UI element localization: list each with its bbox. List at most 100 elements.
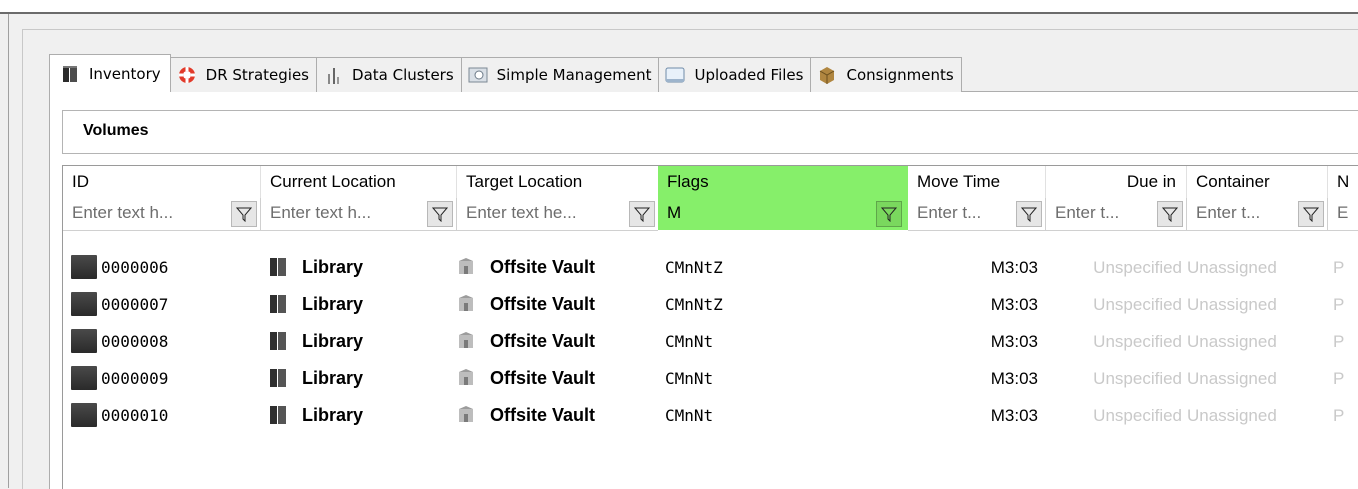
vault-icon — [459, 332, 473, 348]
cell-target-location: Offsite Vault — [457, 249, 657, 286]
cell-current-location: Library — [269, 360, 454, 397]
table-row[interactable]: 0000007 Library Offsite Vault CMnNtZ M3:03 Un… — [63, 286, 1358, 323]
cell-text: Unassigned — [1187, 332, 1277, 351]
cell-due-in: Unspecified — [1046, 360, 1182, 397]
table-row[interactable]: 0000006 Library Offsite Vault CMnNtZ M3:03 Un… — [63, 249, 1358, 286]
filter-button-move-time[interactable] — [1016, 201, 1042, 227]
filter-icon — [634, 207, 650, 222]
filter-input-container[interactable] — [1187, 198, 1296, 228]
cell-current-location: Library — [269, 323, 454, 360]
column-header-id[interactable]: ID — [63, 166, 261, 198]
cell-flags: CMnNt — [665, 397, 905, 434]
cell-move-time: M3:03 — [908, 397, 1038, 434]
filter-button-due-in[interactable] — [1157, 201, 1183, 227]
cell-container: Unassigned — [1187, 323, 1325, 360]
table-row[interactable]: 0000009 Library Offsite Vault CMnNt M3:03 Uns… — [63, 360, 1358, 397]
cell-text: Unspecified — [1093, 295, 1182, 314]
column-label: Flags — [667, 172, 709, 191]
tab-uploaded-files[interactable]: Uploaded Files — [658, 57, 812, 92]
filter-input-flags[interactable] — [658, 198, 877, 228]
cell-id: 0000007 — [71, 286, 256, 323]
cluster-icon — [328, 68, 340, 84]
filter-input-id[interactable] — [63, 198, 232, 228]
cell-text: Library — [302, 331, 364, 351]
filter-input-due-in[interactable] — [1046, 198, 1155, 228]
column-label: Move Time — [917, 172, 1001, 191]
cell-due-in: Unspecified — [1046, 397, 1182, 434]
filter-icon — [1021, 207, 1037, 222]
filter-cell-target-location — [457, 198, 658, 231]
cell-id: 0000010 — [71, 397, 256, 434]
tab-consignments[interactable]: Consignments — [810, 57, 962, 92]
tab-label: DR Strategies — [205, 66, 310, 84]
filter-cell-id — [63, 198, 261, 231]
cell-text: Unspecified — [1093, 332, 1182, 351]
clipped-right-edge — [1340, 110, 1358, 488]
tab-simple-management[interactable]: Simple Management — [460, 57, 660, 92]
cell-id: 0000008 — [71, 323, 256, 360]
cell-text: Offsite Vault — [490, 368, 596, 388]
filter-input-current-location[interactable] — [261, 198, 430, 228]
tab-inventory[interactable]: Inventory — [49, 54, 171, 92]
filter-cell-due-in — [1046, 198, 1187, 231]
filter-icon — [881, 207, 897, 222]
cell-text: Offsite Vault — [490, 294, 596, 314]
cell-text: 0000009 — [101, 369, 169, 388]
cell-text: Library — [302, 368, 364, 388]
cell-flags: CMnNtZ — [665, 249, 905, 286]
filter-button-container[interactable] — [1298, 201, 1324, 227]
tab-dr-strategies[interactable]: DR Strategies — [169, 57, 318, 92]
library-icon — [270, 369, 286, 387]
cell-move-time: M3:03 — [908, 360, 1038, 397]
filter-input-move-time[interactable] — [908, 198, 1017, 228]
column-header-target-location[interactable]: Target Location — [457, 166, 658, 198]
filter-button-current-location[interactable] — [427, 201, 453, 227]
filter-button-id[interactable] — [231, 201, 257, 227]
cell-text: Unassigned — [1187, 295, 1277, 314]
tab-label: Consignments — [846, 66, 954, 84]
lifebuoy-icon — [178, 67, 195, 83]
cell-target-location: Offsite Vault — [457, 286, 657, 323]
filter-icon — [1162, 207, 1178, 222]
cell-due-in: Unspecified — [1046, 286, 1182, 323]
cell-text: Offsite Vault — [490, 257, 596, 277]
library-icon — [270, 295, 286, 313]
tab-data-clusters[interactable]: Data Clusters — [316, 57, 462, 92]
clipped-bottom-edge — [0, 476, 1358, 488]
cell-move-time: M3:03 — [908, 286, 1038, 323]
cell-text: M3:03 — [990, 369, 1038, 388]
column-header-move-time[interactable]: Move Time — [908, 166, 1046, 198]
cell-flags: CMnNt — [665, 360, 905, 397]
filter-icon — [432, 207, 448, 222]
filter-button-flags[interactable] — [876, 201, 902, 227]
cell-text: Unspecified — [1093, 369, 1182, 388]
column-header-flags[interactable]: Flags — [658, 166, 908, 198]
column-label: ID — [72, 172, 89, 191]
section-title: Volumes — [83, 122, 149, 139]
table-row[interactable]: 0000008 Library Offsite Vault CMnNt M3:03 Uns… — [63, 323, 1358, 360]
column-header-container[interactable]: Container — [1187, 166, 1328, 198]
column-label: Due in — [1126, 172, 1176, 191]
filter-button-target-location[interactable] — [629, 201, 655, 227]
cell-current-location: Library — [269, 249, 454, 286]
vault-icon — [459, 258, 473, 274]
cell-text: Library — [302, 257, 364, 277]
column-header-due-in[interactable]: Due in — [1046, 166, 1187, 198]
cell-text: Library — [302, 294, 364, 314]
cell-text: 0000008 — [101, 332, 169, 351]
cell-id: 0000009 — [71, 360, 256, 397]
filter-icon — [236, 207, 252, 222]
cell-target-location: Offsite Vault — [457, 397, 657, 434]
tab-label: Simple Management — [496, 66, 652, 84]
cell-target-location: Offsite Vault — [457, 323, 657, 360]
cell-text: Unassigned — [1187, 369, 1277, 388]
filter-input-target-location[interactable] — [457, 198, 636, 228]
column-header-current-location[interactable]: Current Location — [261, 166, 457, 198]
cell-due-in: Unspecified — [1046, 323, 1182, 360]
tab-strip: Inventory DR Strategies Data Clusters Si… — [49, 54, 962, 92]
table-row[interactable]: 0000010 Library Offsite Vault CMnNt M3:03 Uns… — [63, 397, 1358, 434]
filter-cell-container — [1187, 198, 1328, 231]
cell-text: Offsite Vault — [490, 331, 596, 351]
cell-container: Unassigned — [1187, 286, 1325, 323]
filter-cell-current-location — [261, 198, 457, 231]
